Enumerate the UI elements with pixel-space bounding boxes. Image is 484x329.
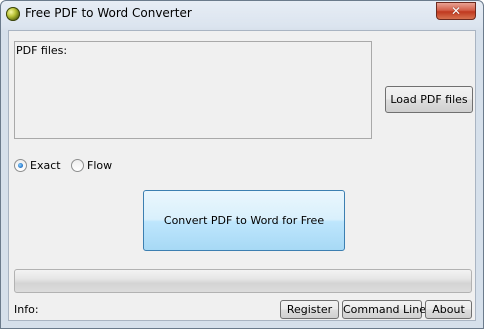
command-line-button[interactable]: Command Line <box>342 300 426 319</box>
title-bar[interactable]: Free PDF to Word Converter ✕ <box>1 1 483 29</box>
main-panel: PDF files: Load PDF files Exact Flow Con… <box>8 30 476 321</box>
pdf-files-label: PDF files: <box>16 44 68 57</box>
convert-button[interactable]: Convert PDF to Word for Free <box>143 190 345 251</box>
flow-option[interactable]: Flow <box>71 159 131 173</box>
app-window: Free PDF to Word Converter ✕ PDF files: … <box>0 0 484 329</box>
window-title: Free PDF to Word Converter <box>25 6 192 20</box>
exact-radio[interactable] <box>14 159 27 172</box>
register-button[interactable]: Register <box>280 300 339 319</box>
flow-radio[interactable] <box>71 159 84 172</box>
close-icon: ✕ <box>450 4 462 18</box>
close-button[interactable]: ✕ <box>436 2 476 20</box>
load-pdf-files-button[interactable]: Load PDF files <box>385 86 473 113</box>
progress-bar <box>14 269 472 293</box>
info-label: Info: <box>14 303 39 316</box>
app-icon <box>6 7 20 21</box>
exact-option[interactable]: Exact <box>14 159 74 173</box>
flow-label: Flow <box>87 159 113 172</box>
about-button[interactable]: About <box>425 300 472 319</box>
pdf-files-list[interactable]: PDF files: <box>14 41 372 139</box>
exact-label: Exact <box>30 159 61 172</box>
